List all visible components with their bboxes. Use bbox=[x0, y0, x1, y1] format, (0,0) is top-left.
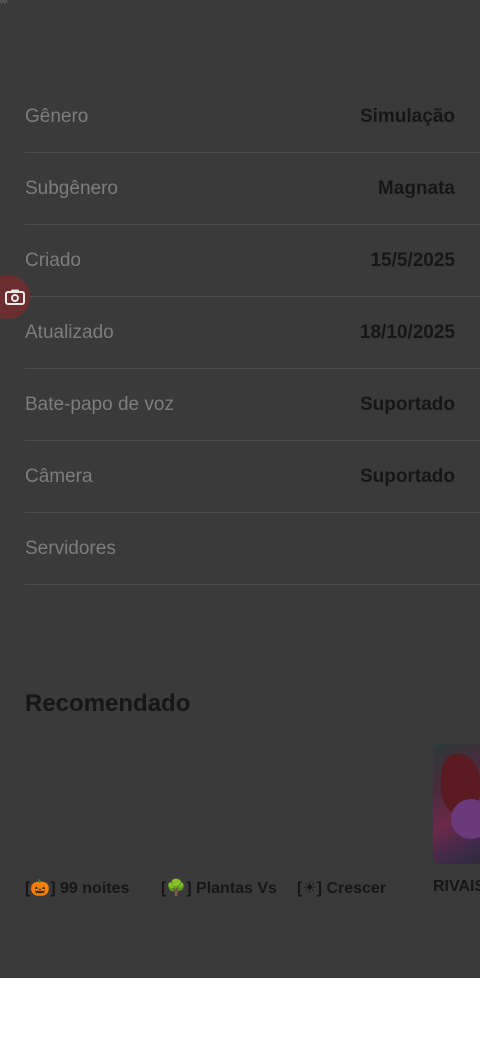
info-row-servidores[interactable]: Servidores bbox=[25, 513, 480, 585]
info-row-camera: Câmera Suportado bbox=[25, 441, 480, 513]
info-row-subgenero: Subgênero Magnata bbox=[25, 153, 480, 225]
info-value: 18/10/2025 bbox=[359, 322, 455, 343]
recommended-section-title: Recomendado bbox=[25, 690, 191, 717]
bottom-area bbox=[0, 978, 480, 1038]
recommended-game-title[interactable]: [☀] Crescer bbox=[297, 878, 386, 898]
info-row-criado: Criado 15/5/2025 bbox=[25, 225, 480, 297]
info-label: Atualizado bbox=[25, 322, 114, 343]
game-info-list: Gênero Simulação Subgênero Magnata Criad… bbox=[0, 81, 480, 585]
info-row-genero: Gênero Simulação bbox=[25, 81, 480, 153]
info-label: Criado bbox=[25, 250, 81, 271]
info-value: 15/5/2025 bbox=[370, 250, 455, 271]
info-row-atualizado: Atualizado 18/10/2025 bbox=[25, 297, 480, 369]
status-bar-fragment: ∞ bbox=[0, 0, 8, 7]
info-row-bate-papo-de-voz: Bate-papo de voz Suportado bbox=[25, 369, 480, 441]
recommended-game-title[interactable]: RIVAIS bbox=[433, 878, 480, 896]
recommended-games-row: [🎃] 99 noites [🌳] Plantas Vs [☀] Crescer… bbox=[0, 878, 480, 902]
info-label: Bate-papo de voz bbox=[25, 394, 174, 415]
camera-icon bbox=[5, 289, 25, 305]
info-label: Subgênero bbox=[25, 178, 118, 199]
info-label: Servidores bbox=[25, 538, 116, 559]
info-value: Magnata bbox=[377, 178, 455, 199]
recommended-game-thumbnail-rivais[interactable] bbox=[433, 744, 480, 864]
recommended-game-title[interactable]: [🌳] Plantas Vs bbox=[161, 878, 277, 898]
info-value: Suportado bbox=[360, 466, 455, 487]
info-label: Gênero bbox=[25, 106, 89, 127]
info-value: Simulação bbox=[359, 106, 455, 127]
info-value: Suportado bbox=[360, 394, 455, 415]
recommended-game-title[interactable]: [🎃] 99 noites bbox=[25, 878, 129, 898]
info-label: Câmera bbox=[25, 466, 93, 487]
game-details-screen: ∞ Gênero Simulação Subgênero Magnata Cri… bbox=[0, 0, 480, 978]
